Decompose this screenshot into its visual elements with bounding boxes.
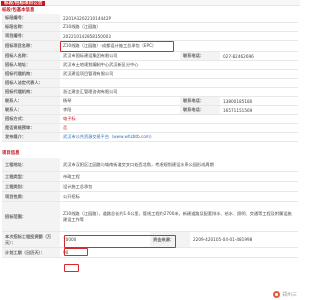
table-row: 计划工期（日历天）： 90 — [2, 248, 298, 258]
field-label: 发布媒介： — [2, 133, 60, 141]
section-title-basic: 标段/包基本信息 — [2, 8, 35, 13]
field-value: 李阳 — [60, 106, 180, 114]
watermark: 郑州三 — [273, 291, 297, 298]
table-row: 发布媒介： 武汉市公共资源交易平台（www.whzbtb.com） — [2, 133, 298, 142]
field-label: 工程类型： — [2, 172, 60, 181]
table-row: 招标人法定代表人： — [2, 79, 298, 88]
field-value: 2201A320221014442P — [60, 14, 298, 22]
watermark-logo-icon — [273, 291, 281, 298]
field-label: 联系人： — [2, 97, 60, 105]
highlight-box-project-name — [60, 41, 174, 52]
table-row: 工程地址： 武汉市汉阳区江园路与城南街道交叉口处西北角，考虑规划建设水系公园形成… — [2, 158, 298, 172]
field-label: 联系电话： — [180, 52, 220, 60]
field-value: 设计施工总承包 — [60, 182, 298, 191]
field-value: 16571151569 — [220, 106, 298, 114]
field-value: Z10线路（江园路），道路总长约1.6公里，管线工程约2700米，新建道路及配套… — [60, 202, 298, 231]
field-value: 否 — [60, 124, 298, 132]
field-label: 是否资格预审： — [2, 124, 60, 132]
publish-site-link[interactable]: 武汉市公共资源交易平台（www.whzbtb.com） — [60, 133, 298, 141]
period-value: 90 — [60, 248, 298, 257]
table-row: 标段编号： 2201A320221014442P — [2, 14, 298, 23]
field-value: Z10线路（江园路） — [60, 23, 298, 31]
field-label: 本次招标工程投资额（万元）： — [2, 232, 60, 247]
field-label: 联系人： — [2, 106, 60, 114]
watermark-text: 郑州三 — [281, 292, 297, 298]
field-label: 计划工期（日历天）： — [2, 248, 60, 257]
highlight-box-budget — [64, 248, 88, 256]
field-value: 2209-420105-04-01-481998 — [190, 232, 298, 247]
field-label: 标段编号： — [2, 14, 60, 22]
field-label: 工程类别： — [2, 182, 60, 191]
field-value: 杨琴 — [60, 97, 180, 105]
table-row: 招标方式： 电子标 — [2, 115, 298, 124]
table-row: 招标人名称： 武汉市国际建设集团有限公司 联系电话： 027-82462696 — [2, 52, 298, 61]
table-row: 招标人地址： 武汉市土地规划编制中心武汉新区分中心 — [2, 61, 298, 70]
field-label: 联系电话： — [180, 106, 220, 114]
table-row: 招标代理机构： 武汉建设项目管理有限公司 — [2, 70, 298, 79]
field-value: 武汉建设项目管理有限公司 — [60, 70, 298, 78]
field-value — [60, 79, 298, 87]
field-value: 武汉市土地规划编制中心武汉新区分中心 — [60, 61, 298, 69]
table-row: 联系人： 杨琴 联系电话： 13800185180 — [2, 97, 298, 106]
table-row: 项目性质： 公开招标 — [2, 192, 298, 202]
field-label: 工程地址： — [2, 158, 60, 171]
page-title: 标段/招标项目公告 — [1, 0, 46, 6]
field-label: 项目性质： — [2, 192, 60, 201]
field-label: 联系电话： — [180, 97, 220, 105]
table-row: 联系人： 李阳 联系电话： 16571151569 — [2, 106, 298, 115]
table-row: 项目编号： 202210142858150003 — [2, 32, 298, 41]
field-label: 招标人法定代表人： — [2, 79, 60, 87]
table-row: 招标范围： Z10线路（江园路），道路总长约1.6公里，管线工程约2700米，新… — [2, 202, 298, 232]
table-row: 工程类型： 市政工程 — [2, 172, 298, 182]
field-value: 武汉市国际建设集团有限公司 — [60, 52, 180, 60]
field-label: 招标人地址： — [2, 61, 60, 69]
table-row: 招标代理机构： 浙江建金汇管理咨询有限公司 — [2, 88, 298, 97]
top-bar: 标段/招标项目公告 — [0, 0, 300, 6]
field-label: 招标代理机构： — [2, 70, 60, 78]
field-label: 招标方式： — [2, 115, 60, 123]
table-row: 标段名称： Z10线路（江园路） — [2, 23, 298, 32]
field-value: 浙江建金汇管理咨询有限公司 — [60, 88, 298, 96]
field-label: 招标人名称： — [2, 52, 60, 60]
field-label: 标段名称： — [2, 23, 60, 31]
field-label: 招标项目名称： — [2, 41, 60, 51]
field-value: 13800185180 — [220, 97, 298, 105]
highlight-box-period — [64, 264, 79, 272]
field-value: 公开招标 — [60, 192, 298, 201]
field-label: 招标代理机构： — [2, 88, 60, 96]
field-label: 招标范围： — [2, 202, 60, 231]
field-value: 市政工程 — [60, 172, 298, 181]
table-row: 工程类别： 设计施工总承包 — [2, 182, 298, 192]
field-label: 项目编号： — [2, 32, 60, 40]
field-value: 202210142858150003 — [60, 32, 298, 40]
highlight-box-scope — [64, 235, 176, 248]
section-title-project: 项目信息 — [2, 151, 20, 156]
field-value: 电子标 — [60, 115, 298, 123]
field-value: 027-82462696 — [220, 52, 298, 60]
table-row: 是否资格预审： 否 — [2, 124, 298, 133]
field-value: 武汉市汉阳区江园路与城南街道交叉口处西北角，考虑规划建设水系公园形成周期 — [60, 158, 298, 171]
